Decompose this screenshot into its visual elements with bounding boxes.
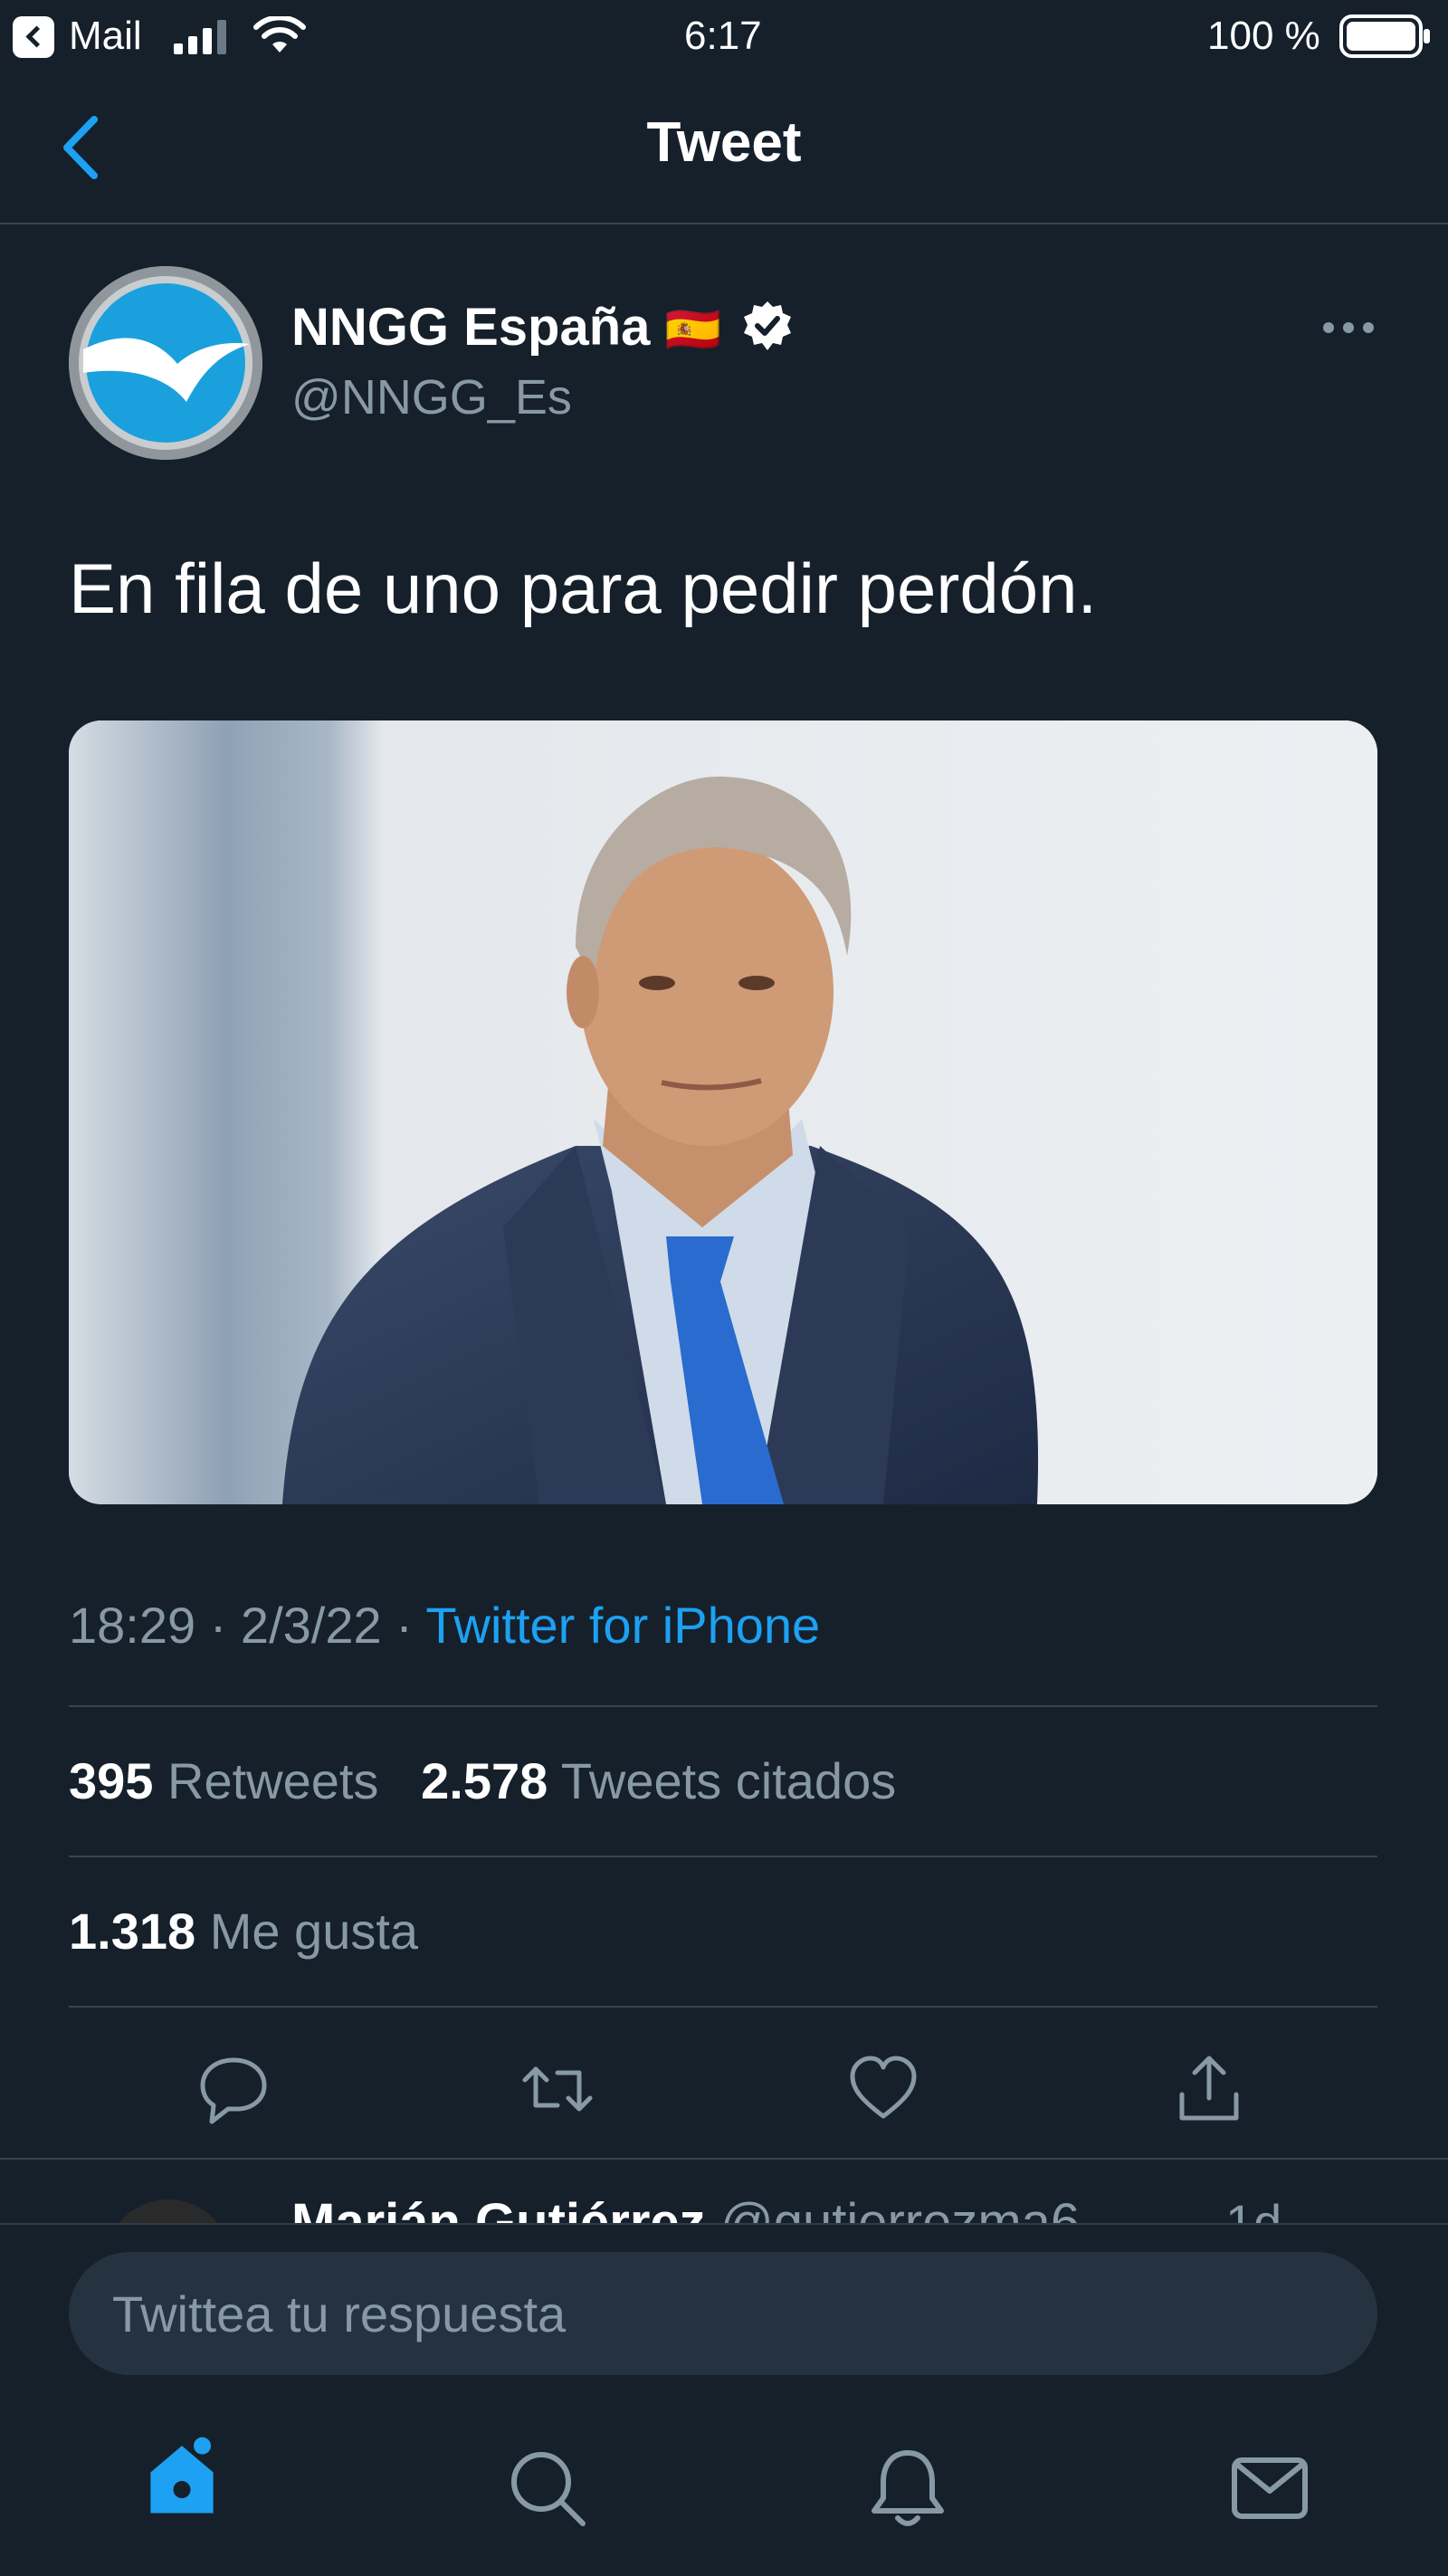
share-icon[interactable] (1173, 2053, 1245, 2125)
tweet-time: 18:29 (69, 1597, 196, 1654)
tweet-photo[interactable] (69, 720, 1377, 1504)
tweet-meta: 18:29 · 2/3/22 · Twitter for iPhone (69, 1589, 820, 1662)
messages-icon[interactable] (1229, 2447, 1310, 2529)
notifications-icon[interactable] (867, 2447, 948, 2529)
status-time: 6:17 (684, 14, 762, 58)
spain-flag-icon: 🇪🇸 (664, 304, 721, 355)
more-options-icon[interactable] (1321, 317, 1376, 339)
page-title: Tweet (646, 111, 802, 174)
battery-percent: 100 % (1207, 14, 1320, 58)
retweets-label: Retweets (167, 1752, 379, 1809)
divider (69, 1705, 1377, 1707)
reply-author: Marián Gutiérrez @gutierrezma6... (291, 2190, 1124, 2223)
nngg-logo (69, 266, 262, 460)
status-bar: Mail 6:17 100 % (0, 0, 1448, 72)
reply-avatar[interactable] (105, 2199, 232, 2223)
divider (69, 2006, 1377, 2008)
cellular-signal-icon (174, 20, 226, 54)
quotes-label: Tweets citados (560, 1752, 897, 1809)
home-icon[interactable] (141, 2435, 223, 2516)
search-icon[interactable] (507, 2447, 588, 2529)
quotes-count: 2.578 (421, 1752, 548, 1809)
portrait-illustration (69, 720, 1377, 1504)
like-icon[interactable] (847, 2053, 919, 2125)
tweet-source-link[interactable]: Twitter for iPhone (425, 1597, 820, 1654)
wifi-icon (253, 16, 306, 52)
battery-icon (1339, 14, 1430, 58)
likes-label: Me gusta (209, 1903, 419, 1960)
divider (69, 1856, 1377, 1857)
tweet-date: 2/3/22 (240, 1597, 382, 1654)
display-name[interactable]: NNGG España 🇪🇸 (291, 295, 794, 362)
user-handle[interactable]: @NNGG_Es (291, 366, 572, 429)
reply-input-placeholder: Twittea tu respuesta (112, 2285, 567, 2342)
reply-author-handle: @gutierrezma6... (719, 2193, 1124, 2223)
tweet-text: En fila de uno para pedir perdón. (69, 549, 1098, 628)
verified-badge-icon (743, 301, 791, 350)
retweet-stats: 395 Retweets 2.578 Tweets citados (69, 1745, 896, 1818)
retweets-stat[interactable]: 395 Retweets (69, 1752, 378, 1809)
reply-author-name: Marián Gutiérrez (291, 2193, 706, 2223)
reply-preview[interactable]: Marián Gutiérrez @gutierrezma6... 1d (0, 2160, 1448, 2223)
back-to-app-icon[interactable] (13, 16, 54, 58)
avatar[interactable] (69, 266, 262, 460)
display-name-text: NNGG España (291, 298, 651, 357)
likes-count: 1.318 (69, 1903, 196, 1960)
retweet-icon[interactable] (521, 2053, 594, 2125)
meta-separator: · (209, 1597, 227, 1654)
header-divider (0, 223, 1448, 224)
reply-time: 1d (1225, 2194, 1282, 2223)
reply-icon[interactable] (197, 2053, 270, 2125)
back-app-label[interactable]: Mail (69, 9, 142, 63)
quotes-stat[interactable]: 2.578 Tweets citados (421, 1752, 896, 1809)
likes-stat[interactable]: 1.318 Me gusta (69, 1895, 418, 1968)
retweets-count: 395 (69, 1752, 154, 1809)
meta-separator: · (395, 1597, 413, 1654)
